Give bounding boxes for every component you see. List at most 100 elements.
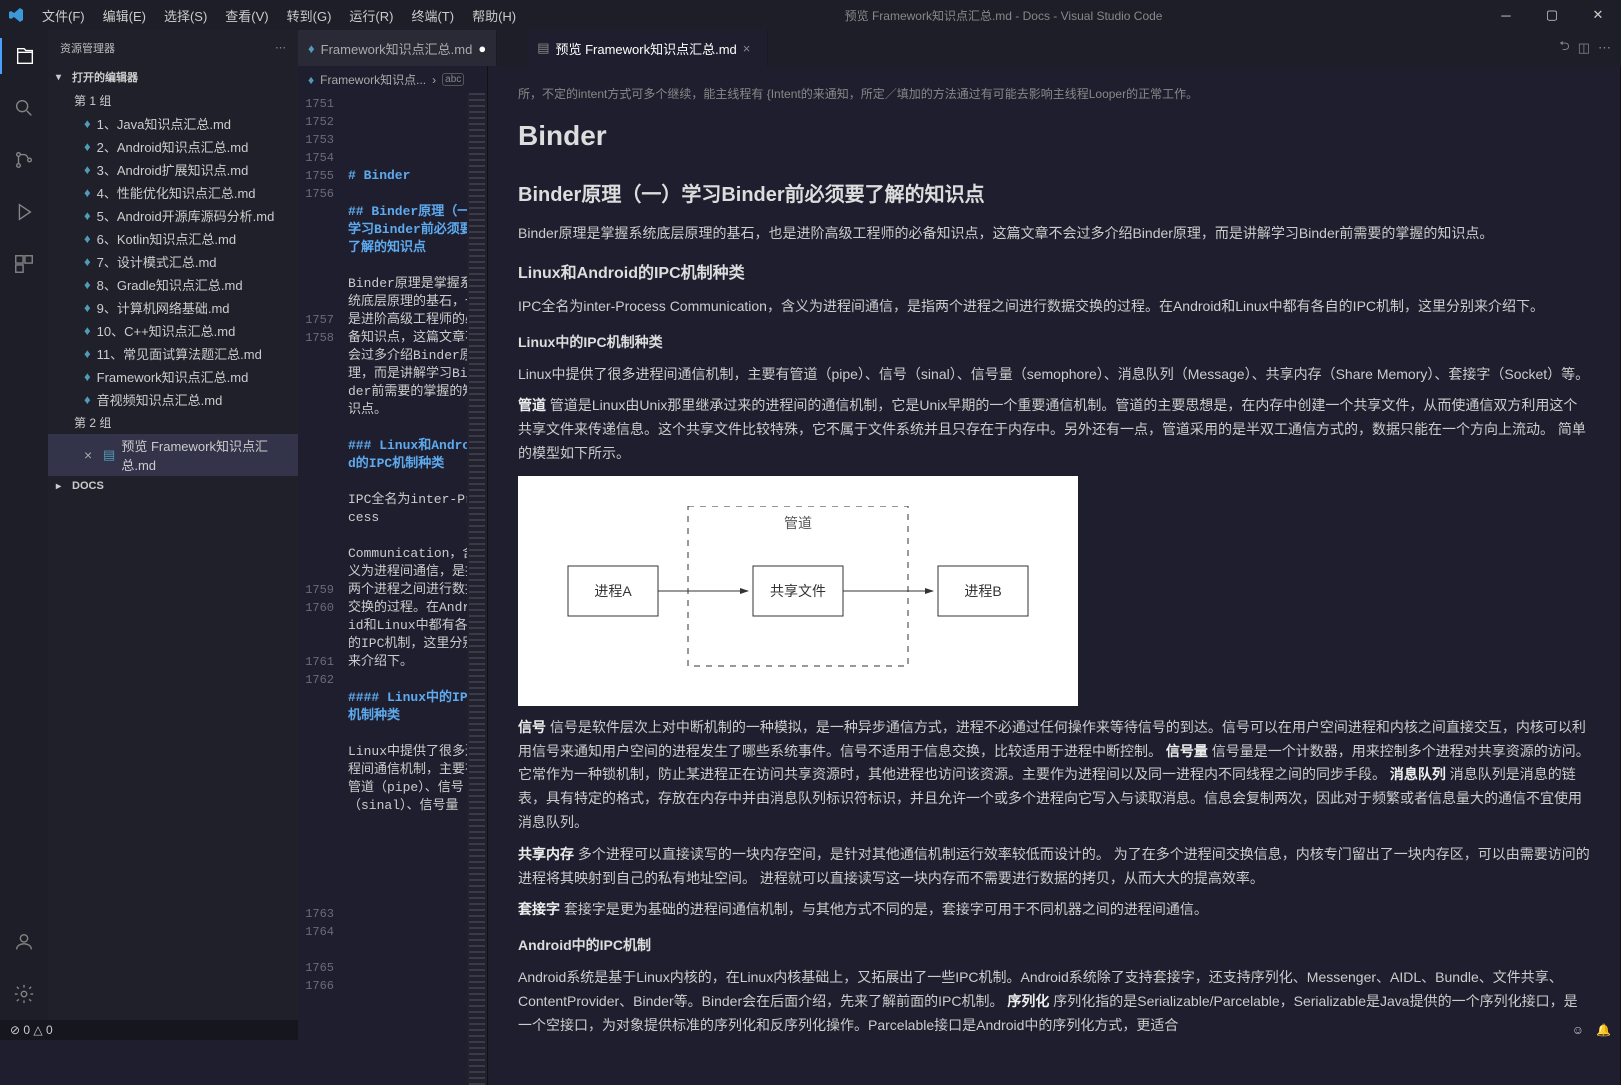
source-control-icon[interactable] — [0, 142, 48, 178]
markdown-icon: ♦ — [84, 208, 91, 223]
open-editor-file[interactable]: ♦10、C++知识点汇总.md — [48, 319, 298, 342]
markdown-icon: ♦ — [84, 116, 91, 131]
markdown-icon: ♦ — [84, 369, 91, 384]
docs-folder-header[interactable]: ▸ DOCS — [48, 476, 298, 496]
menu-view[interactable]: 查看(V) — [217, 2, 276, 29]
explorer-icon[interactable] — [0, 38, 48, 74]
markdown-icon: ♦ — [84, 139, 91, 154]
group-1-label: 第 1 组 — [48, 89, 298, 112]
open-editor-file[interactable]: ♦ 5、Android开源库源码分析.md — [48, 204, 298, 227]
menu-bar: 文件(F) 编辑(E) 选择(S) 查看(V) 转到(G) 运行(R) 终端(T… — [34, 2, 524, 29]
open-editor-file[interactable]: ♦7、设计模式汇总.md — [48, 250, 298, 273]
tab-source[interactable]: ♦ Framework知识点汇总.md ● — [298, 30, 497, 66]
svg-text:进程A: 进程A — [594, 583, 632, 599]
source-editor-pane: ♦ Framework知识点... › abc 1751175217531754… — [298, 66, 488, 1085]
open-editor-file[interactable]: ♦ 8、Gradle知识点汇总.md — [48, 273, 298, 296]
file-label: 9、计算机网络基础.md — [97, 298, 230, 317]
split-editor-icon[interactable]: ◫ — [1578, 40, 1590, 56]
markdown-icon: ♦ — [84, 185, 91, 200]
paragraph: IPC全名为inter-Process Communication，含义为进程间… — [518, 295, 1590, 319]
diagram-pipe-label: 管道 — [784, 515, 812, 531]
code-content[interactable]: # Binder ## Binder原理（一）学习Binder前必须要了解的知识… — [344, 93, 487, 1085]
tab-label: 预览 Framework知识点汇总.md — [555, 39, 736, 58]
settings-icon[interactable] — [0, 976, 48, 1012]
status-warnings[interactable]: △ 0 — [33, 1023, 52, 1037]
breadcrumb[interactable]: ♦ Framework知识点... › abc — [298, 66, 487, 93]
paragraph: Binder原理是掌握系统底层原理的基石，也是进阶高级工程师的必备知识点，这篇文… — [518, 222, 1590, 246]
status-errors[interactable]: ⊘ 0 — [10, 1023, 30, 1037]
tab-bar: ♦ Framework知识点汇总.md ● ▤ 预览 Framework知识点汇… — [298, 30, 1621, 66]
debug-icon[interactable] — [0, 194, 48, 230]
heading-binder-principle: Binder原理（一）学习Binder前必须要了解的知识点 — [518, 178, 1590, 212]
preview-icon: ▤ — [537, 40, 549, 56]
svg-text:共享文件: 共享文件 — [770, 583, 826, 599]
extensions-icon[interactable] — [0, 246, 48, 282]
markdown-preview[interactable]: 所，不定的intent方式可多个继续，能主线程有 {Intent的来通知，所定／… — [488, 66, 1620, 1085]
open-editor-file[interactable]: ♦ 6、Kotlin知识点汇总.md — [48, 227, 298, 250]
menu-selection[interactable]: 选择(S) — [156, 2, 215, 29]
svg-text:进程B: 进程B — [964, 583, 1001, 599]
minimize-button[interactable]: ─ — [1483, 0, 1529, 30]
open-editor-file[interactable]: ♦ Framework知识点汇总.md — [48, 365, 298, 388]
file-label: 11、常见面试算法题汇总.md — [97, 344, 262, 363]
window-title: 预览 Framework知识点汇总.md - Docs - Visual Stu… — [845, 7, 1163, 24]
close-icon[interactable]: × — [84, 447, 97, 463]
open-editor-file[interactable]: ♦ 9、计算机网络基础.md — [48, 296, 298, 319]
pipe-diagram: 管道 进程A 共享文件 进程B — [518, 476, 1078, 706]
close-tab-icon[interactable]: × — [743, 41, 757, 56]
code-editor[interactable]: 175117521753175417551756 17571758 175917… — [298, 93, 487, 1085]
chevron-right-icon: › — [432, 73, 436, 87]
sidebar-more-icon[interactable]: ⋯ — [275, 41, 286, 54]
paragraph-android-ipc: Android系统是基于Linux内核的，在Linux内核基础上，又拓展出了一些… — [518, 966, 1590, 1037]
vscode-logo-icon — [8, 7, 24, 23]
file-label: 6、Kotlin知识点汇总.md — [97, 229, 236, 248]
menu-edit[interactable]: 编辑(E) — [95, 2, 154, 29]
activity-bar — [0, 30, 48, 1020]
account-icon[interactable] — [0, 924, 48, 960]
preview-icon: ▤ — [103, 447, 115, 463]
feedback-icon[interactable]: ☺ — [1572, 1023, 1584, 1037]
paragraph: Linux中提供了很多进程间通信机制，主要有管道（pipe）、信号（sinal）… — [518, 363, 1590, 387]
title-bar: 文件(F) 编辑(E) 选择(S) 查看(V) 转到(G) 运行(R) 终端(T… — [0, 0, 1621, 30]
open-editors-header[interactable]: ▾ 打开的编辑器 — [48, 65, 298, 89]
sidebar-title: 资源管理器 — [60, 40, 115, 56]
open-editor-file[interactable]: ♦3、Android扩展知识点.md — [48, 158, 298, 181]
minimap[interactable] — [467, 93, 487, 1085]
more-actions-icon[interactable]: ⋯ — [1598, 40, 1611, 56]
preview-pane: 所，不定的intent方式可多个继续，能主线程有 {Intent的来通知，所定／… — [488, 66, 1621, 1085]
open-editor-file[interactable]: ♦2、Android知识点汇总.md — [48, 135, 298, 158]
menu-help[interactable]: 帮助(H) — [464, 2, 524, 29]
notifications-icon[interactable]: 🔔 — [1596, 1023, 1611, 1037]
paragraph-shm: 共享内存 多个进程可以直接读写的一块内存空间，是针对其他通信机制运行效率较低而设… — [518, 843, 1590, 891]
maximize-button[interactable]: ▢ — [1529, 0, 1575, 30]
tab-preview[interactable]: ▤ 预览 Framework知识点汇总.md × — [527, 30, 768, 66]
menu-go[interactable]: 转到(G) — [279, 2, 340, 29]
close-button[interactable]: ✕ — [1575, 0, 1621, 30]
markdown-icon: ♦ — [84, 162, 91, 177]
menu-terminal[interactable]: 终端(T) — [403, 2, 462, 29]
heading-ipc-types: Linux和Android的IPC机制种类 — [518, 260, 1590, 287]
markdown-icon: ♦ — [84, 346, 91, 361]
markdown-icon: ♦ — [84, 231, 91, 246]
paragraph-pipe: 管道 管道是Linux由Unix那里继承过来的进程间的通信机制，它是Unix早期… — [518, 394, 1590, 465]
dirty-indicator: ● — [478, 41, 486, 56]
file-label: 10、C++知识点汇总.md — [97, 321, 236, 340]
file-label: Framework知识点汇总.md — [97, 367, 249, 386]
markdown-icon: ♦ — [84, 300, 91, 315]
file-label: 4、性能优化知识点汇总.md — [97, 183, 256, 202]
open-editor-file[interactable]: ♦1、Java知识点汇总.md — [48, 112, 298, 135]
file-label: 5、Android开源库源码分析.md — [97, 206, 275, 225]
open-editor-preview[interactable]: × ▤ 预览 Framework知识点汇总.md — [48, 434, 298, 476]
open-changes-icon[interactable]: ⮌ — [1559, 37, 1569, 59]
chevron-down-icon: ▾ — [56, 72, 68, 83]
menu-file[interactable]: 文件(F) — [34, 2, 93, 29]
file-label: 音视频知识点汇总.md — [97, 390, 223, 409]
paragraph-socket: 套接字 套接字是更为基础的进程间通信机制，与其他方式不同的是，套接字可用于不同机… — [518, 898, 1590, 922]
open-editor-file[interactable]: ♦ 11、常见面试算法题汇总.md — [48, 342, 298, 365]
search-icon[interactable] — [0, 90, 48, 126]
menu-run[interactable]: 运行(R) — [341, 2, 401, 29]
open-editor-file[interactable]: ♦音视频知识点汇总.md — [48, 388, 298, 411]
file-label: 8、Gradle知识点汇总.md — [97, 275, 243, 294]
markdown-icon: ♦ — [84, 277, 91, 292]
open-editor-file[interactable]: ♦ 4、性能优化知识点汇总.md — [48, 181, 298, 204]
